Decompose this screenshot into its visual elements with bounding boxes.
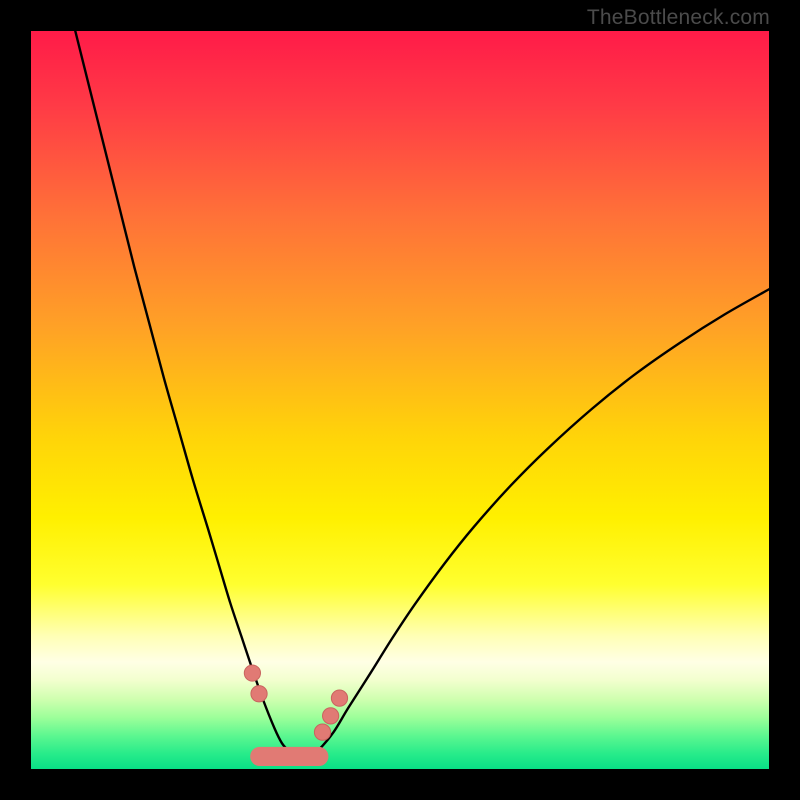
marker-dot	[331, 690, 347, 706]
watermark-text: TheBottleneck.com	[587, 6, 770, 30]
marker-dot	[244, 665, 260, 681]
chart-frame: TheBottleneck.com	[0, 0, 800, 800]
marker-dot	[251, 686, 267, 702]
curve-layer	[31, 31, 769, 769]
highlighted-points	[244, 665, 347, 740]
bottleneck-curve	[75, 31, 769, 757]
marker-dot	[323, 708, 339, 724]
marker-dot	[314, 724, 330, 740]
plot-area	[31, 31, 769, 769]
